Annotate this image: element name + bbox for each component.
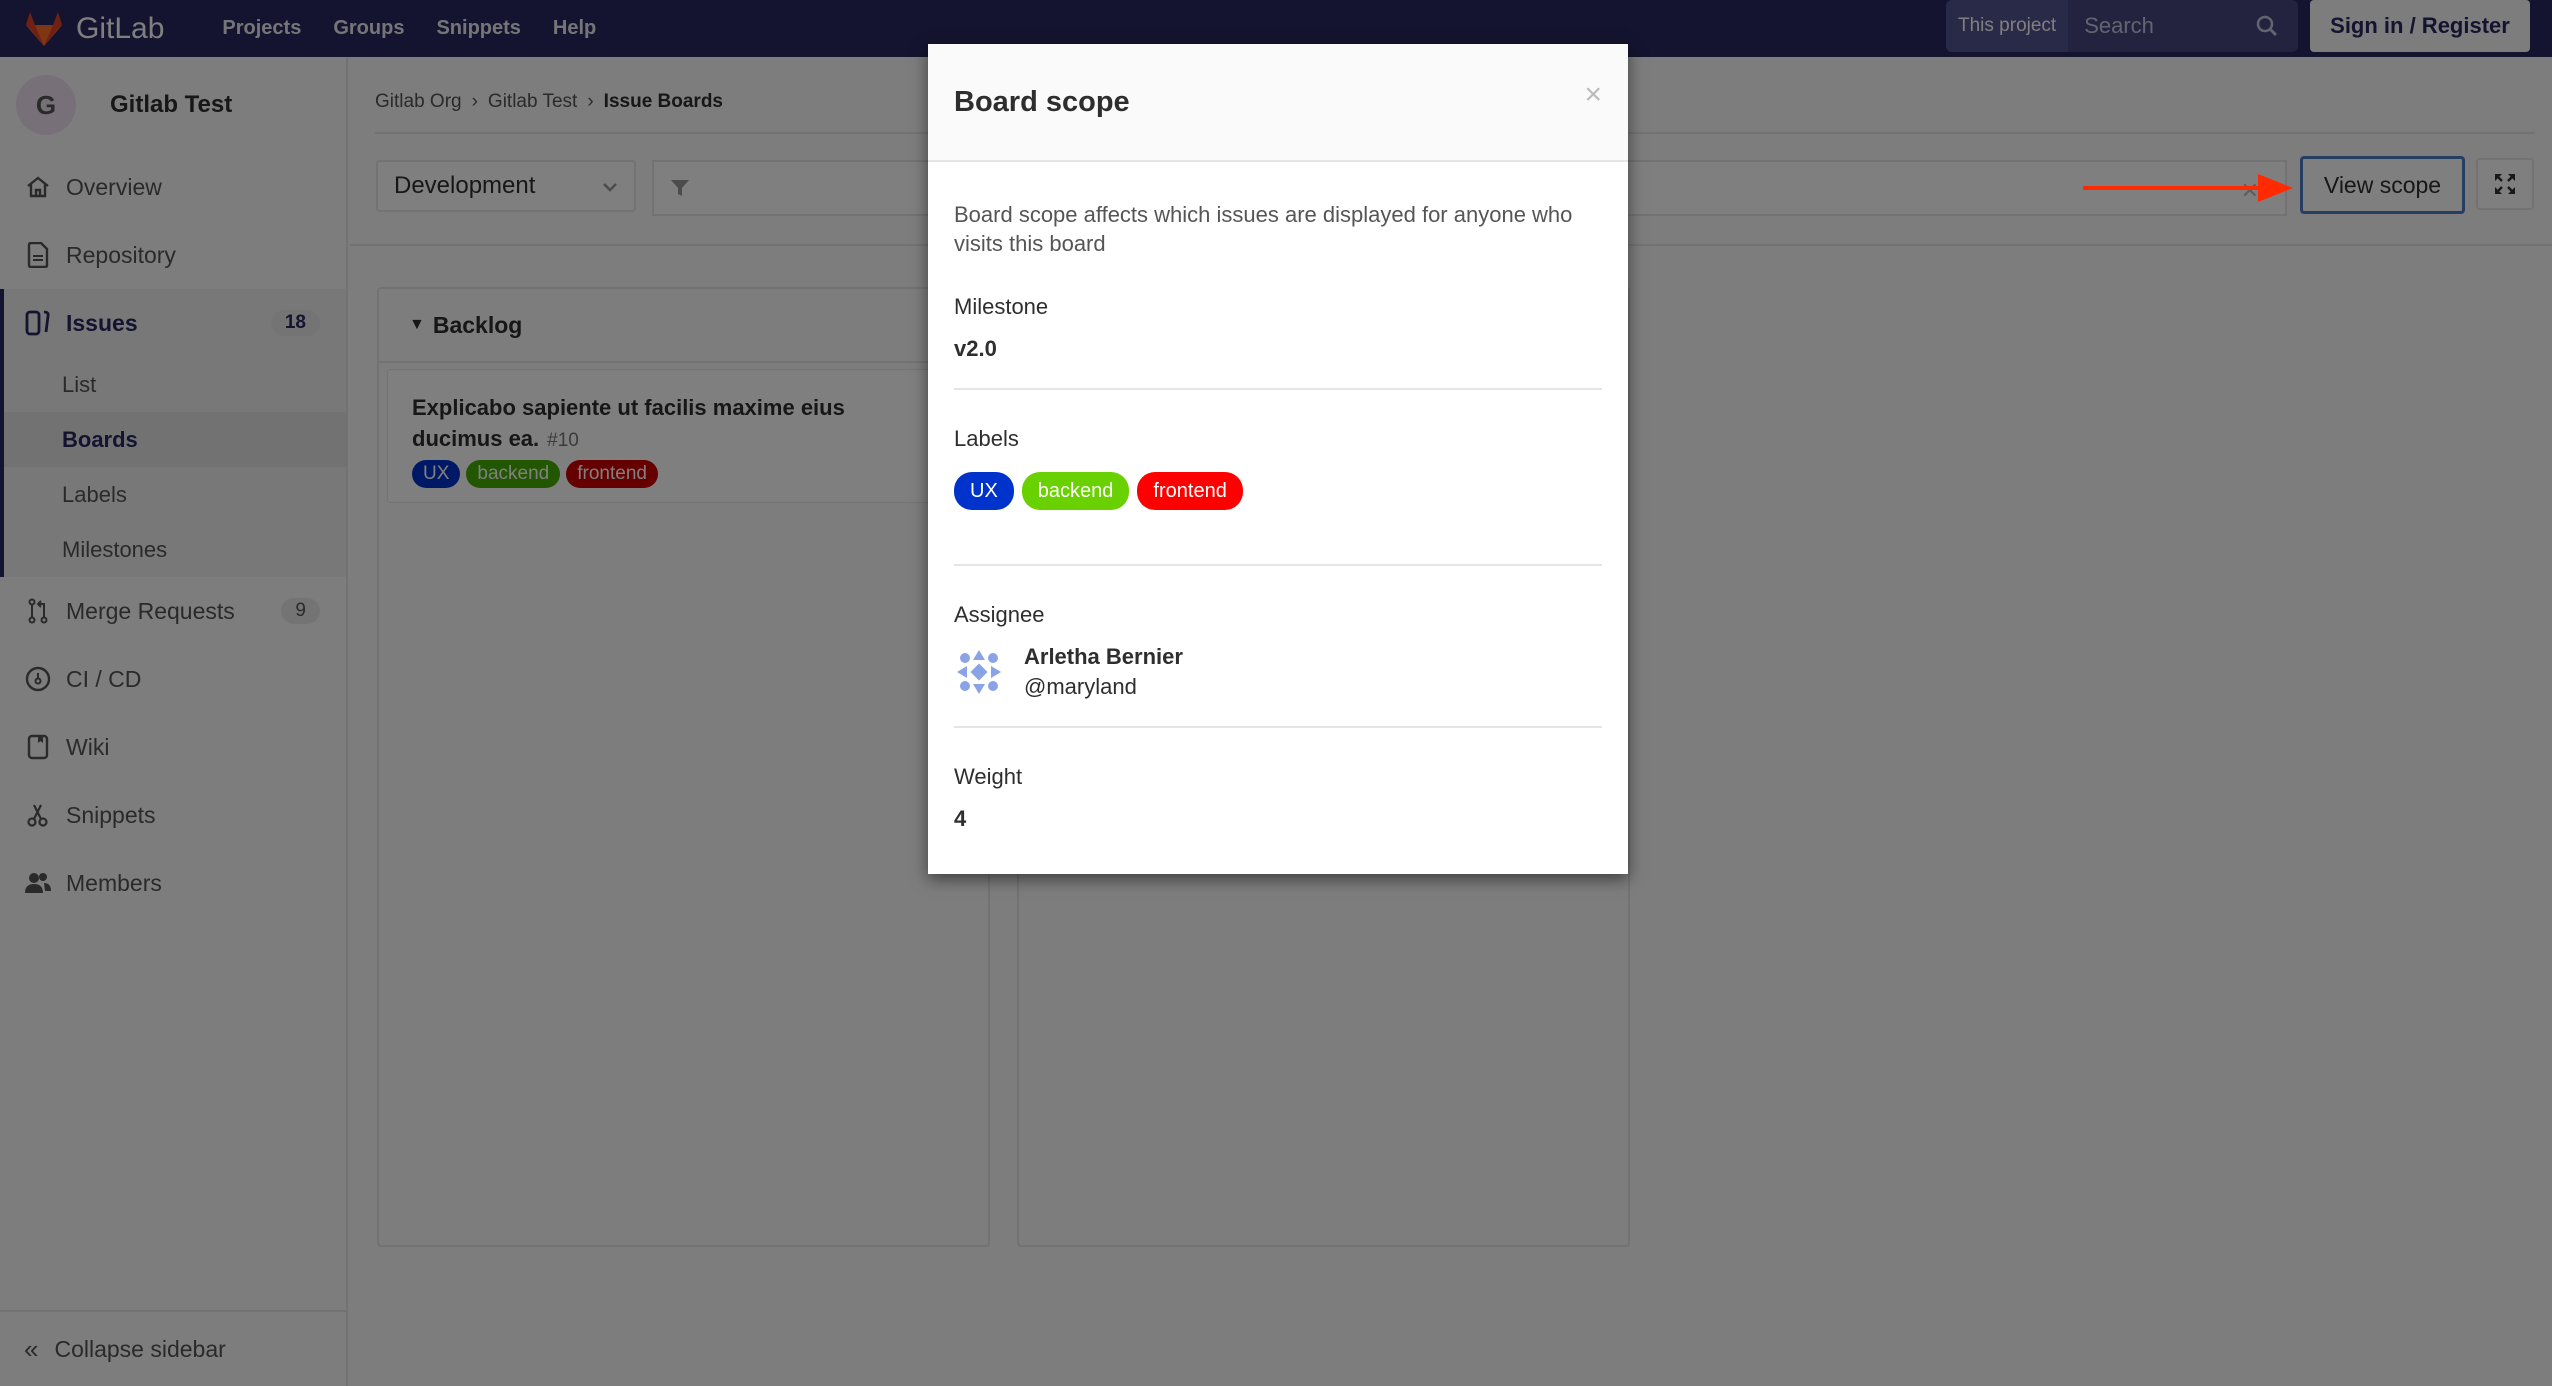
labels-label: Labels — [954, 426, 1019, 451]
weight-label: Weight — [954, 764, 1023, 789]
weight-value: 4 — [954, 806, 967, 831]
modal-header: Board scope × — [928, 44, 1628, 162]
modal-title: Board scope — [954, 85, 1130, 118]
assignee-handle: @maryland — [1024, 674, 1137, 699]
board-scope-modal: Board scope × Board scope affects which … — [928, 44, 1628, 874]
scope-label-ux: UX — [954, 472, 1014, 510]
scope-label-backend: backend — [1021, 472, 1130, 510]
scope-milestone: Milestone v2.0 — [954, 294, 1602, 390]
scope-labels: Labels UX backend frontend — [954, 426, 1602, 566]
assignee-name: Arletha Bernier — [1024, 644, 1183, 669]
assignee-label: Assignee — [954, 602, 1045, 627]
close-icon[interactable]: × — [1584, 78, 1602, 112]
scope-assignee: Assignee Arletha Bernier @maryland — [954, 602, 1602, 728]
assignee-info: Arletha Bernier @maryland — [954, 644, 1602, 700]
milestone-value: v2.0 — [954, 336, 997, 361]
annotation-arrow-icon — [2083, 174, 2293, 202]
scope-label-list: UX backend frontend — [954, 472, 1602, 510]
scope-label-frontend: frontend — [1137, 472, 1243, 510]
milestone-label: Milestone — [954, 294, 1049, 319]
scope-weight: Weight 4 — [954, 764, 1602, 858]
modal-body: Board scope affects which issues are dis… — [928, 162, 1628, 858]
modal-description: Board scope affects which issues are dis… — [954, 202, 1573, 256]
assignee-avatar — [955, 648, 1003, 696]
